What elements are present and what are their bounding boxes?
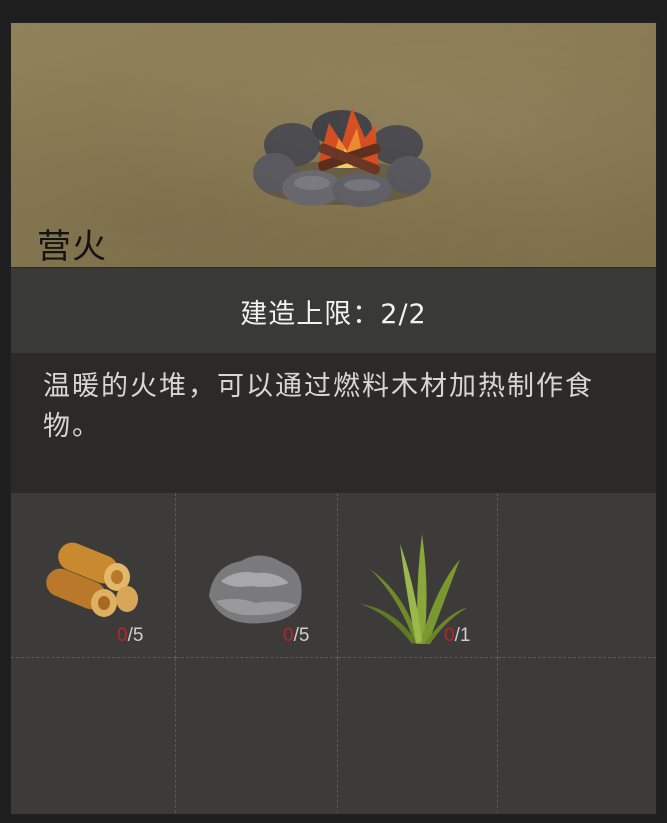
build-info-panel: 营火 建造上限：2/2 温暖的火堆，可以通过燃料木材加热制作食物。 0/5 0/… [9, 21, 658, 816]
material-count-wood: 0/5 [117, 625, 144, 646]
material-count-stone: 0/5 [283, 625, 310, 646]
materials-grid: 0/5 0/5 0/1 [11, 493, 656, 814]
wood-log-icon [46, 542, 138, 617]
description-box: 温暖的火堆，可以通过燃料木材加热制作食物。 [11, 353, 656, 493]
item-title: 营火 [37, 227, 107, 267]
stone-icon [209, 555, 302, 624]
material-slot-wood[interactable]: 0/5 [11, 493, 176, 658]
build-limit-bar: 建造上限：2/2 [11, 267, 656, 354]
material-slot-empty [498, 493, 656, 658]
material-slot-stone[interactable]: 0/5 [176, 493, 338, 658]
material-count-grass: 0/1 [444, 625, 471, 646]
material-slot-empty [11, 658, 176, 814]
build-limit-text: 建造上限：2/2 [240, 298, 427, 330]
description-text: 温暖的火堆，可以通过燃料木材加热制作食物。 [43, 371, 594, 442]
material-slot-empty [498, 658, 656, 814]
material-slot-grass[interactable]: 0/1 [338, 493, 498, 658]
item-banner: 营火 [11, 23, 656, 267]
material-slot-empty [176, 658, 338, 814]
material-slot-empty [338, 658, 498, 814]
campfire-icon [253, 108, 431, 207]
window-frame: 营火 建造上限：2/2 温暖的火堆，可以通过燃料木材加热制作食物。 0/5 0/… [0, 0, 667, 823]
